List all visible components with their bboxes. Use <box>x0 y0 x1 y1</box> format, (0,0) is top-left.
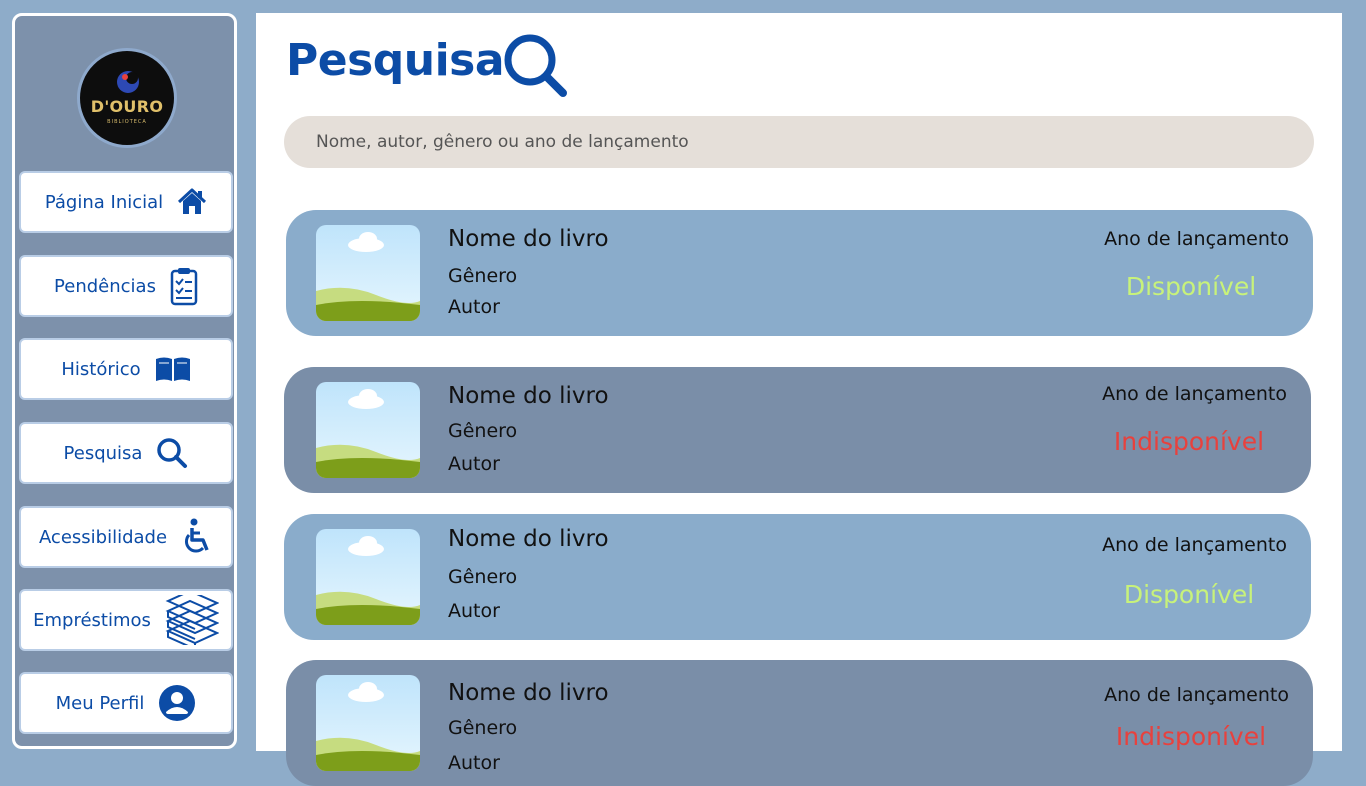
book-card[interactable]: Nome do livro Gênero Autor Ano de lançam… <box>284 367 1311 493</box>
sidebar-item-pending[interactable]: Pendências <box>19 255 233 317</box>
book-cover-placeholder-icon <box>316 675 420 771</box>
logo-subtitle: BIBLIOTECA <box>107 119 147 125</box>
book-genre: Gênero <box>448 265 518 287</box>
sidebar-item-history[interactable]: Histórico <box>19 338 233 400</box>
page-title: Pesquisa <box>286 35 505 86</box>
book-author: Autor <box>448 453 500 475</box>
home-icon <box>177 188 207 216</box>
sidebar-item-profile[interactable]: Meu Perfil <box>19 672 233 734</box>
sidebar: D'OURO BIBLIOTECA Página Inicial Pendênc… <box>12 13 237 749</box>
logo-emblem-icon <box>117 71 139 93</box>
books-stack-icon <box>165 595 219 645</box>
book-author: Autor <box>448 600 500 622</box>
sidebar-item-label: Meu Perfil <box>55 692 145 714</box>
book-card[interactable]: Nome do livro Gênero Autor Ano de lançam… <box>286 660 1313 786</box>
book-genre: Gênero <box>448 566 518 588</box>
search-icon <box>156 437 188 469</box>
book-name: Nome do livro <box>448 680 609 706</box>
sidebar-item-search[interactable]: Pesquisa <box>19 422 233 484</box>
book-year: Ano de lançamento <box>1102 383 1287 405</box>
sidebar-item-label: Empréstimos <box>33 609 151 631</box>
clipboard-icon <box>170 266 198 306</box>
sidebar-item-accessibility[interactable]: Acessibilidade <box>19 506 233 568</box>
book-genre: Gênero <box>448 717 518 739</box>
book-card[interactable]: Nome do livro Gênero Autor Ano de lançam… <box>284 514 1311 640</box>
book-year: Ano de lançamento <box>1102 534 1287 556</box>
book-open-icon <box>155 356 191 382</box>
sidebar-item-home[interactable]: Página Inicial <box>19 171 233 233</box>
sidebar-item-label: Página Inicial <box>44 191 164 213</box>
book-cover-placeholder-icon <box>316 529 420 625</box>
user-icon <box>158 684 196 722</box>
book-year: Ano de lançamento <box>1104 228 1289 250</box>
sidebar-item-label: Histórico <box>61 358 141 380</box>
search-icon <box>504 34 567 97</box>
book-cover-placeholder-icon <box>316 225 420 321</box>
book-status: Disponível <box>1123 580 1255 609</box>
book-name: Nome do livro <box>448 526 609 552</box>
book-name: Nome do livro <box>448 226 609 252</box>
book-cover-placeholder-icon <box>316 382 420 478</box>
search-input[interactable] <box>284 116 1314 168</box>
library-logo[interactable]: D'OURO BIBLIOTECA <box>77 48 177 148</box>
main-panel: Pesquisa Nome do livro Gênero Autor <box>256 13 1342 786</box>
book-name: Nome do livro <box>448 383 609 409</box>
book-status: Indisponível <box>1115 722 1267 751</box>
book-author: Autor <box>448 296 500 318</box>
book-genre: Gênero <box>448 420 518 442</box>
book-card[interactable]: Nome do livro Gênero Autor Ano de lançam… <box>286 210 1313 336</box>
logo-title: D'OURO <box>90 97 164 116</box>
book-status: Disponível <box>1125 272 1257 301</box>
book-year: Ano de lançamento <box>1104 684 1289 706</box>
sidebar-item-label: Pesquisa <box>63 442 143 464</box>
book-author: Autor <box>448 752 500 774</box>
sidebar-item-label: Pendências <box>54 275 156 297</box>
book-status: Indisponível <box>1113 427 1265 456</box>
wheelchair-icon <box>181 518 213 556</box>
sidebar-item-label: Acessibilidade <box>38 526 168 548</box>
sidebar-item-loans[interactable]: Empréstimos <box>19 589 233 651</box>
